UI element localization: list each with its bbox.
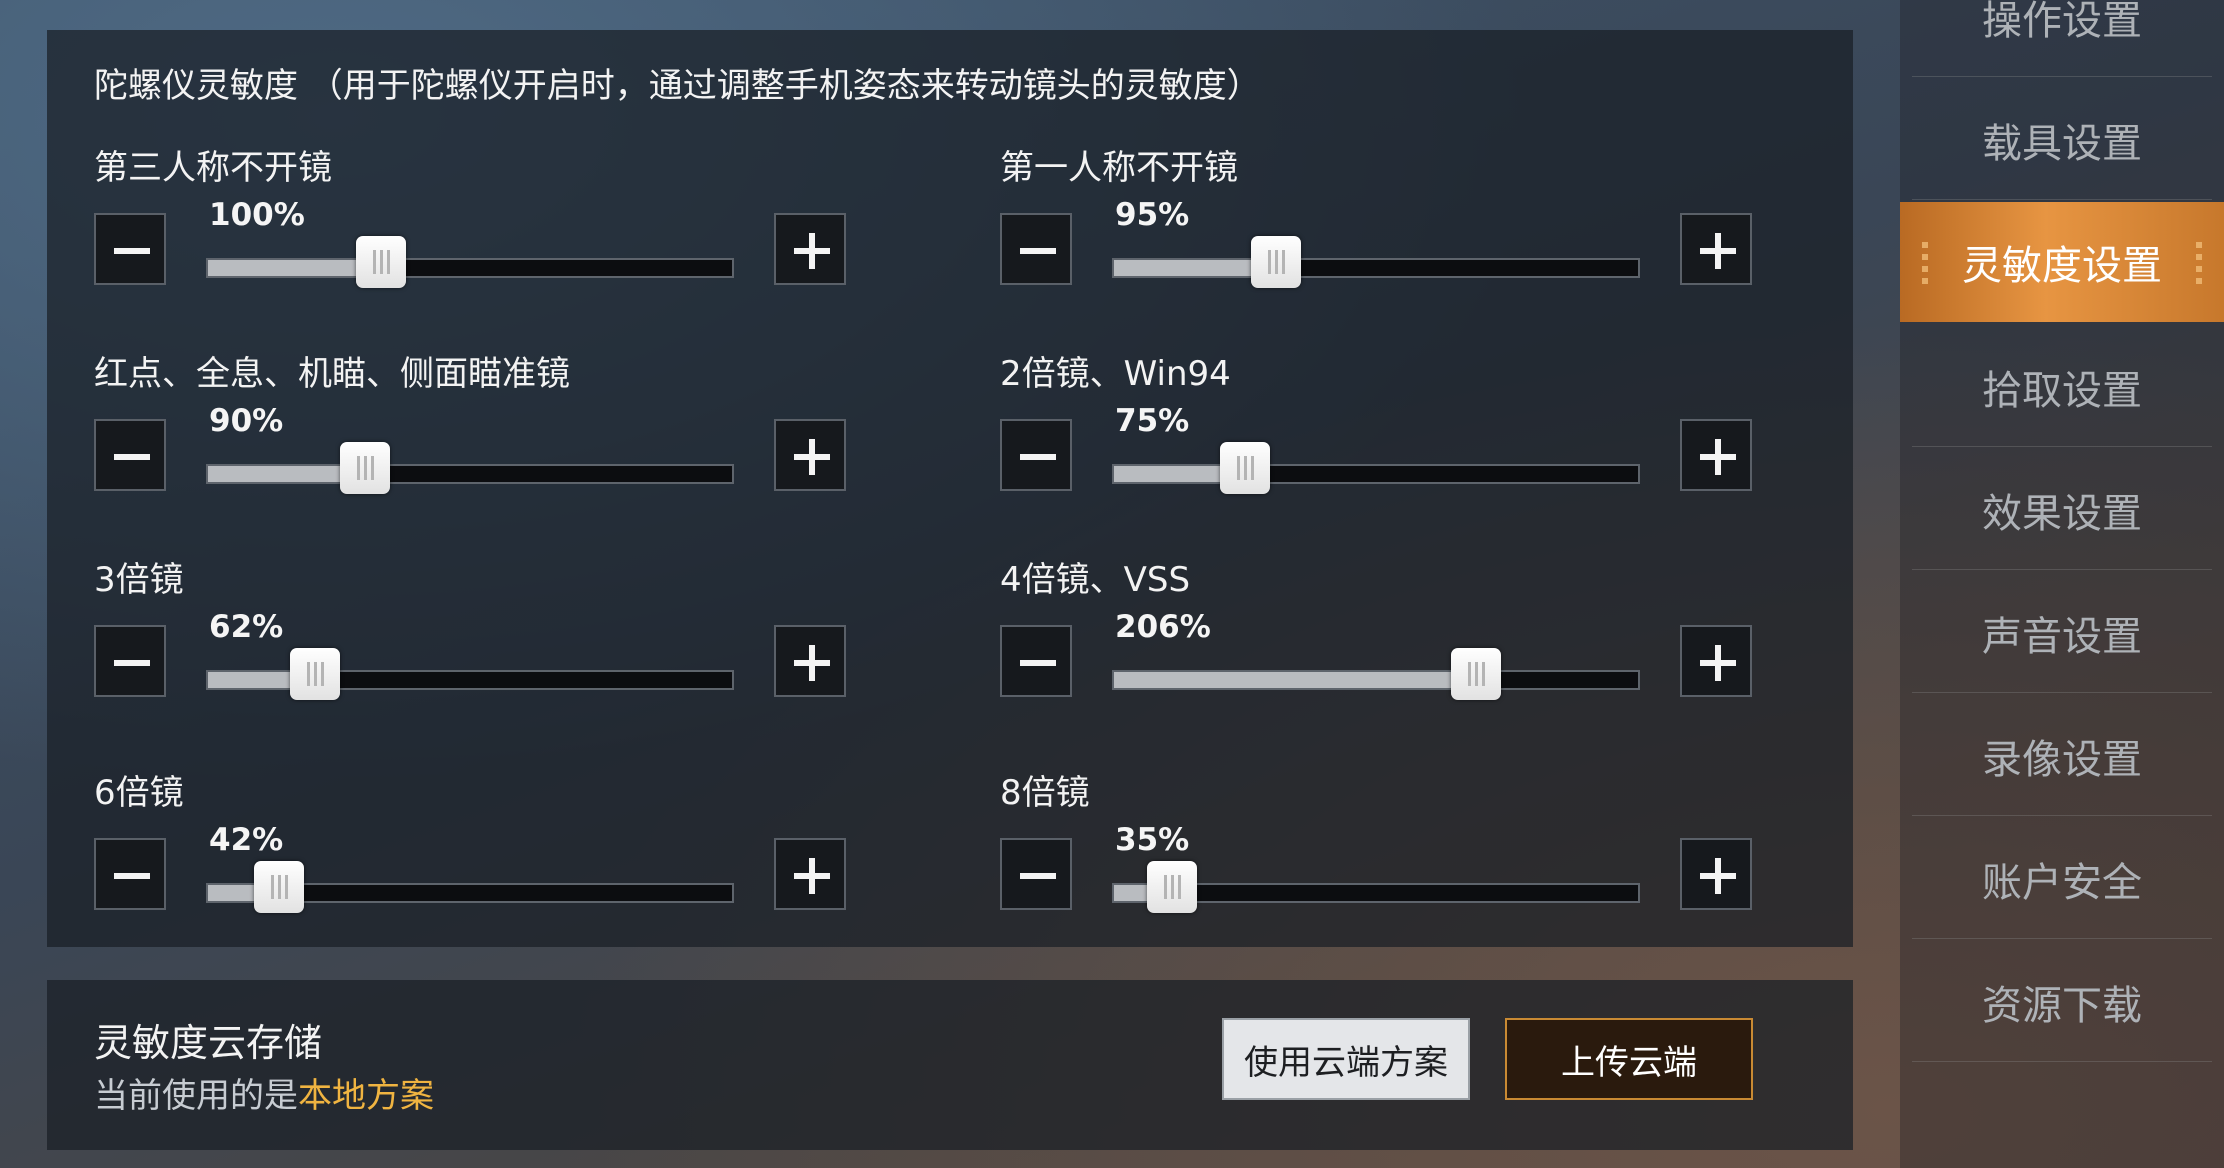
decrease-button[interactable] (94, 213, 166, 285)
decrease-button[interactable] (1000, 213, 1072, 285)
sidebar-item-controls[interactable]: 操作设置 (1912, 0, 2212, 77)
minus-icon (1002, 421, 1070, 489)
sidebar-item-label: 灵敏度设置 (1962, 243, 2162, 289)
minus-icon (96, 840, 164, 908)
slider-thumb[interactable] (340, 442, 390, 494)
sensitivity-slider-track[interactable] (1112, 236, 1640, 288)
settings-sidebar: 操作设置 载具设置 灵敏度设置 拾取设置 效果设置 声音设置 录像设置 账户安全… (1900, 0, 2224, 1168)
slider-value: 35% (1115, 822, 1190, 858)
minus-icon (1002, 840, 1070, 908)
sensitivity-slider-track[interactable] (1112, 861, 1640, 913)
sidebar-item-recording[interactable]: 录像设置 (1912, 696, 2212, 816)
sensitivity-slider-row: 第三人称不开镜 100% (94, 140, 854, 330)
slider-value: 75% (1115, 403, 1190, 439)
use-cloud-scheme-button[interactable]: 使用云端方案 (1222, 1018, 1470, 1100)
slider-label: 4倍镜、VSS (1000, 560, 1191, 600)
sensitivity-slider-row: 第一人称不开镜 95% (1000, 140, 1760, 330)
slider-value: 90% (209, 403, 284, 439)
cloud-storage-title: 灵敏度云存储 (94, 1021, 323, 1065)
sensitivity-slider-track[interactable] (206, 861, 734, 913)
plus-icon (1682, 215, 1750, 283)
sensitivity-slider-track[interactable] (1112, 648, 1640, 700)
slider-value: 100% (209, 197, 305, 233)
drag-handle-icon (2196, 242, 2202, 284)
increase-button[interactable] (1680, 838, 1752, 910)
minus-icon (1002, 215, 1070, 283)
slider-thumb[interactable] (1147, 861, 1197, 913)
slider-label: 第三人称不开镜 (94, 148, 332, 188)
slider-value: 206% (1115, 609, 1211, 645)
sidebar-item-effects[interactable]: 效果设置 (1912, 450, 2212, 570)
sidebar-item-sound[interactable]: 声音设置 (1912, 573, 2212, 693)
sidebar-item-account[interactable]: 账户安全 (1912, 819, 2212, 939)
slider-value: 62% (209, 609, 284, 645)
cloud-current-value: 本地方案 (298, 1076, 434, 1116)
slider-value: 95% (1115, 197, 1190, 233)
increase-button[interactable] (1680, 213, 1752, 285)
cloud-current-scheme: 当前使用的是本地方案 (94, 1068, 434, 1117)
slider-thumb[interactable] (290, 648, 340, 700)
decrease-button[interactable] (1000, 625, 1072, 697)
slider-thumb[interactable] (1251, 236, 1301, 288)
plus-icon (776, 627, 844, 695)
increase-button[interactable] (774, 213, 846, 285)
sidebar-item-sensitivity[interactable]: 灵敏度设置 (1900, 202, 2224, 322)
plus-icon (1682, 421, 1750, 489)
decrease-button[interactable] (1000, 419, 1072, 491)
increase-button[interactable] (1680, 625, 1752, 697)
minus-icon (96, 215, 164, 283)
slider-label: 3倍镜 (94, 560, 184, 600)
sensitivity-slider-row: 6倍镜 42% (94, 765, 854, 955)
slider-fill (1114, 672, 1476, 688)
increase-button[interactable] (774, 838, 846, 910)
sensitivity-slider-track[interactable] (206, 442, 734, 494)
sensitivity-slider-row: 3倍镜 62% (94, 552, 854, 742)
minus-icon (96, 421, 164, 489)
minus-icon (1002, 627, 1070, 695)
sensitivity-slider-track[interactable] (1112, 442, 1640, 494)
sensitivity-slider-row: 红点、全息、机瞄、侧面瞄准镜 90% (94, 346, 854, 536)
sensitivity-slider-track[interactable] (206, 236, 734, 288)
sidebar-item-vehicle[interactable]: 载具设置 (1912, 80, 2212, 200)
slider-label: 6倍镜 (94, 773, 184, 813)
slider-label: 2倍镜、Win94 (1000, 354, 1231, 394)
plus-icon (776, 421, 844, 489)
plus-icon (776, 840, 844, 908)
slider-thumb[interactable] (356, 236, 406, 288)
upload-cloud-button[interactable]: 上传云端 (1505, 1018, 1753, 1100)
increase-button[interactable] (774, 419, 846, 491)
decrease-button[interactable] (1000, 838, 1072, 910)
sensitivity-slider-row: 4倍镜、VSS 206% (1000, 552, 1760, 742)
minus-icon (96, 627, 164, 695)
increase-button[interactable] (774, 625, 846, 697)
slider-label: 第一人称不开镜 (1000, 148, 1238, 188)
sidebar-item-pickup[interactable]: 拾取设置 (1912, 327, 2212, 447)
drag-handle-icon (1922, 242, 1928, 284)
increase-button[interactable] (1680, 419, 1752, 491)
slider-label: 8倍镜 (1000, 773, 1090, 813)
sidebar-item-downloads[interactable]: 资源下载 (1912, 942, 2212, 1062)
plus-icon (1682, 627, 1750, 695)
slider-thumb[interactable] (254, 861, 304, 913)
decrease-button[interactable] (94, 838, 166, 910)
plus-icon (776, 215, 844, 283)
decrease-button[interactable] (94, 419, 166, 491)
sensitivity-slider-row: 8倍镜 35% (1000, 765, 1760, 955)
slider-thumb[interactable] (1451, 648, 1501, 700)
sensitivity-slider-track[interactable] (206, 648, 734, 700)
cloud-current-prefix: 当前使用的是 (94, 1076, 298, 1116)
gyro-heading: 陀螺仪灵敏度 （用于陀螺仪开启时，通过调整手机姿态来转动镜头的灵敏度） (94, 66, 1261, 106)
sensitivity-slider-row: 2倍镜、Win94 75% (1000, 346, 1760, 536)
slider-label: 红点、全息、机瞄、侧面瞄准镜 (94, 354, 570, 394)
slider-value: 42% (209, 822, 284, 858)
plus-icon (1682, 840, 1750, 908)
slider-thumb[interactable] (1220, 442, 1270, 494)
decrease-button[interactable] (94, 625, 166, 697)
